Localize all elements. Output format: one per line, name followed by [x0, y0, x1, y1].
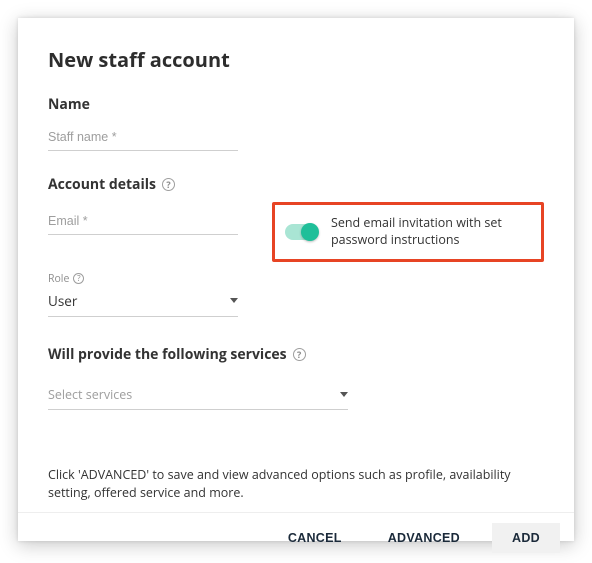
chevron-down-icon: [340, 392, 348, 397]
role-tiny-text: Role: [48, 272, 69, 286]
add-button[interactable]: ADD: [492, 523, 560, 553]
name-field-row: [48, 124, 544, 151]
account-label-text: Account details: [48, 175, 156, 194]
toggle-knob: [301, 223, 319, 241]
account-row: Send email invitation with set password …: [48, 202, 544, 262]
role-tiny-label: Role ?: [48, 272, 544, 286]
chevron-down-icon: [230, 298, 238, 303]
services-placeholder: Select services: [48, 386, 132, 403]
staff-name-input[interactable]: [48, 124, 238, 151]
invitation-highlight: Send email invitation with set password …: [272, 202, 544, 262]
help-icon[interactable]: ?: [293, 348, 306, 361]
role-value: User: [48, 292, 77, 310]
name-section-label: Name: [48, 95, 544, 114]
account-section-label: Account details ?: [48, 175, 544, 194]
advanced-hint: Click 'ADVANCED' to save and view advanc…: [48, 466, 544, 502]
dialog-body: New staff account Name Account details ?: [18, 18, 574, 512]
role-block: Role ? User: [48, 272, 544, 317]
help-icon[interactable]: ?: [73, 273, 84, 284]
email-input[interactable]: [48, 208, 238, 235]
cancel-button[interactable]: CANCEL: [274, 523, 356, 553]
services-label-text: Will provide the following services: [48, 345, 287, 364]
role-select[interactable]: User: [48, 288, 238, 317]
services-select[interactable]: Select services: [48, 382, 348, 410]
new-staff-dialog: New staff account Name Account details ?: [18, 18, 574, 541]
toggle-label: Send email invitation with set password …: [331, 215, 527, 249]
send-invitation-toggle[interactable]: [285, 224, 317, 240]
advanced-button[interactable]: ADVANCED: [374, 523, 474, 553]
dialog-footer: CANCEL ADVANCED ADD: [18, 512, 574, 563]
services-section-label: Will provide the following services ?: [48, 345, 544, 364]
help-icon[interactable]: ?: [162, 178, 175, 191]
name-label-text: Name: [48, 95, 90, 114]
services-block: Select services: [48, 382, 544, 410]
dialog-title: New staff account: [48, 46, 544, 73]
